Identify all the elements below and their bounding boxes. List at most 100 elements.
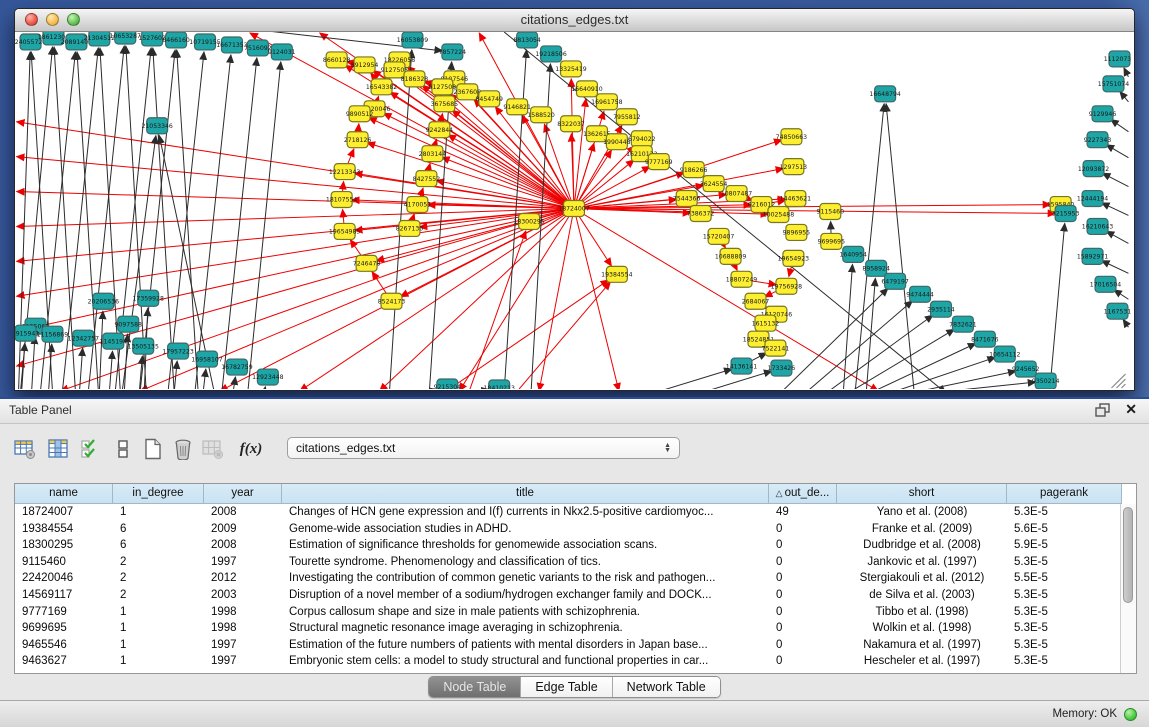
network-node[interactable]: 1615132 bbox=[752, 315, 780, 331]
network-node[interactable]: 9129946 bbox=[1089, 106, 1117, 122]
network-node[interactable]: 9777169 bbox=[645, 154, 673, 170]
network-node[interactable]: 8912954 bbox=[351, 57, 379, 73]
network-node[interactable]: 9186266 bbox=[680, 162, 708, 178]
window-titlebar[interactable]: citations_edges.txt bbox=[15, 9, 1134, 32]
column-header-out_de[interactable]: △out_de... bbox=[769, 484, 837, 504]
network-node[interactable]: 18410213 bbox=[483, 380, 514, 389]
column-header-year[interactable]: year bbox=[204, 484, 282, 504]
network-node[interactable]: 8466160 bbox=[162, 32, 190, 48]
table-row[interactable]: 1830029562008Estimation of significance … bbox=[15, 537, 1136, 554]
table-row[interactable]: 969969511998Structural magnetic resonanc… bbox=[15, 620, 1136, 637]
network-node[interactable]: 2935114 bbox=[927, 301, 955, 317]
network-node[interactable]: 10688809 bbox=[715, 248, 746, 264]
table-row[interactable]: 946362711997Embryonic stem cells: a mode… bbox=[15, 653, 1136, 670]
network-node[interactable]: 9115460 bbox=[817, 204, 845, 220]
network-node[interactable]: 74850663 bbox=[776, 129, 807, 145]
network-node[interactable]: 9350214 bbox=[1032, 373, 1060, 389]
column-header-in_degree[interactable]: in_degree bbox=[113, 484, 204, 504]
network-node[interactable]: 9127508 bbox=[429, 79, 457, 95]
network-node[interactable]: 1733426 bbox=[768, 360, 796, 376]
citation-network-graph[interactable]: 1872400718300295866012889129541822605891… bbox=[15, 32, 1132, 389]
network-node[interactable]: 9699695 bbox=[818, 233, 846, 249]
network-node[interactable]: 6794022 bbox=[628, 131, 656, 147]
memory-ok-indicator-icon[interactable] bbox=[1124, 708, 1137, 721]
network-node[interactable]: 1145194 bbox=[100, 333, 128, 349]
network-node[interactable]: 3915941 bbox=[15, 325, 39, 341]
network-node[interactable]: 8524173 bbox=[378, 293, 406, 309]
network-node[interactable]: 16671353 bbox=[216, 37, 247, 53]
column-header-name[interactable]: name bbox=[15, 484, 113, 504]
network-node[interactable]: 8454749 bbox=[475, 91, 503, 107]
network-node[interactable]: 16053809 bbox=[397, 32, 428, 48]
table-settings-icon[interactable] bbox=[12, 436, 38, 462]
network-node[interactable]: 7522141 bbox=[762, 340, 790, 356]
delete-table-icon[interactable] bbox=[200, 436, 226, 462]
network-node[interactable]: 9215304 bbox=[434, 379, 462, 389]
network-node[interactable]: 19384554 bbox=[601, 266, 632, 282]
network-node[interactable]: 7246478 bbox=[353, 255, 381, 271]
network-node[interactable]: 9896955 bbox=[783, 224, 811, 240]
network-node[interactable]: 9474444 bbox=[906, 286, 934, 302]
table-row[interactable]: 911546021997Tourette syndrome. Phenomeno… bbox=[15, 554, 1136, 571]
network-node[interactable]: 18107554 bbox=[326, 192, 357, 208]
network-node[interactable]: 3215953 bbox=[1052, 206, 1080, 222]
scrollbar-thumb[interactable] bbox=[1123, 507, 1133, 603]
network-node[interactable]: 17359928 bbox=[132, 290, 163, 306]
network-node[interactable]: 9890512 bbox=[346, 106, 374, 122]
tab-edge-table[interactable]: Edge Table bbox=[521, 677, 612, 697]
network-node[interactable]: 18807249 bbox=[726, 271, 757, 287]
network-node[interactable]: 10654112 bbox=[989, 346, 1020, 362]
network-node[interactable]: 1588520 bbox=[527, 107, 555, 123]
network-node[interactable]: 12213343 bbox=[329, 164, 360, 180]
column-header-pagerank[interactable]: pagerank bbox=[1007, 484, 1122, 504]
network-node[interactable]: 3675685 bbox=[431, 96, 459, 112]
delete-rows-trash-icon[interactable] bbox=[170, 436, 196, 462]
network-node[interactable]: 19218506 bbox=[535, 46, 566, 62]
network-node[interactable]: 1640954 bbox=[839, 246, 867, 262]
network-node[interactable]: 2684067 bbox=[742, 293, 770, 309]
network-node[interactable]: 17016504 bbox=[1090, 276, 1121, 292]
network-node[interactable]: 1990448 bbox=[603, 134, 631, 150]
network-node[interactable]: 2718126 bbox=[344, 132, 372, 148]
network-node[interactable]: 15751074 bbox=[1098, 76, 1129, 92]
table-row[interactable]: 1938455462009Genome-wide association stu… bbox=[15, 521, 1136, 538]
network-node[interactable]: 9124031 bbox=[268, 44, 296, 60]
rows-icon[interactable] bbox=[110, 436, 136, 462]
close-panel-icon[interactable]: ✕ bbox=[1125, 401, 1137, 418]
table-row[interactable]: 1872400712008Changes of HCN gene express… bbox=[15, 504, 1136, 521]
network-node[interactable]: 6479197 bbox=[881, 273, 909, 289]
network-node[interactable]: 8267130 bbox=[396, 220, 424, 236]
column-header-title[interactable]: title bbox=[282, 484, 769, 504]
network-node[interactable]: 8186328 bbox=[401, 71, 429, 87]
tab-node-table[interactable]: Node Table bbox=[429, 677, 521, 697]
column-header-short[interactable]: short bbox=[837, 484, 1007, 504]
function-builder-icon[interactable]: f(x) bbox=[234, 436, 268, 462]
network-node[interactable]: 4170051 bbox=[404, 197, 432, 213]
network-node[interactable]: 19654923 bbox=[778, 250, 809, 266]
resize-grip-icon[interactable] bbox=[1111, 374, 1125, 388]
network-node[interactable]: 1297513 bbox=[780, 159, 808, 175]
network-node[interactable]: 8813054 bbox=[513, 32, 541, 48]
network-node[interactable]: 9227343 bbox=[1084, 132, 1112, 148]
network-node[interactable]: 11120731 bbox=[1104, 51, 1132, 67]
network-node[interactable]: 2803144 bbox=[419, 146, 447, 162]
tab-network-table[interactable]: Network Table bbox=[613, 677, 720, 697]
network-node[interactable]: 14463621 bbox=[780, 191, 811, 207]
network-node[interactable]: 7955812 bbox=[613, 109, 641, 125]
network-node[interactable]: 10807487 bbox=[721, 186, 752, 202]
table-row[interactable]: 946554611997Estimation of the future num… bbox=[15, 637, 1136, 654]
network-node[interactable]: 16782759 bbox=[221, 359, 252, 375]
network-node[interactable]: 9097588 bbox=[114, 316, 142, 332]
network-node[interactable]: 7386372 bbox=[687, 206, 715, 222]
network-graph-canvas[interactable]: 1872400718300295866012889129541822605891… bbox=[15, 32, 1132, 389]
float-panel-icon[interactable] bbox=[1095, 403, 1111, 418]
network-node[interactable]: 7544366 bbox=[673, 191, 701, 207]
network-node[interactable]: 13325419 bbox=[555, 61, 586, 77]
network-node[interactable]: 3624554 bbox=[700, 176, 728, 192]
network-node[interactable]: 15720407 bbox=[703, 228, 734, 244]
network-node[interactable]: 8471676 bbox=[971, 331, 999, 347]
network-node[interactable]: 13505135 bbox=[127, 338, 158, 354]
network-node[interactable]: 7857224 bbox=[439, 44, 467, 60]
network-node[interactable]: 8322037 bbox=[557, 116, 585, 132]
network-node[interactable]: 8660128 bbox=[323, 52, 351, 68]
